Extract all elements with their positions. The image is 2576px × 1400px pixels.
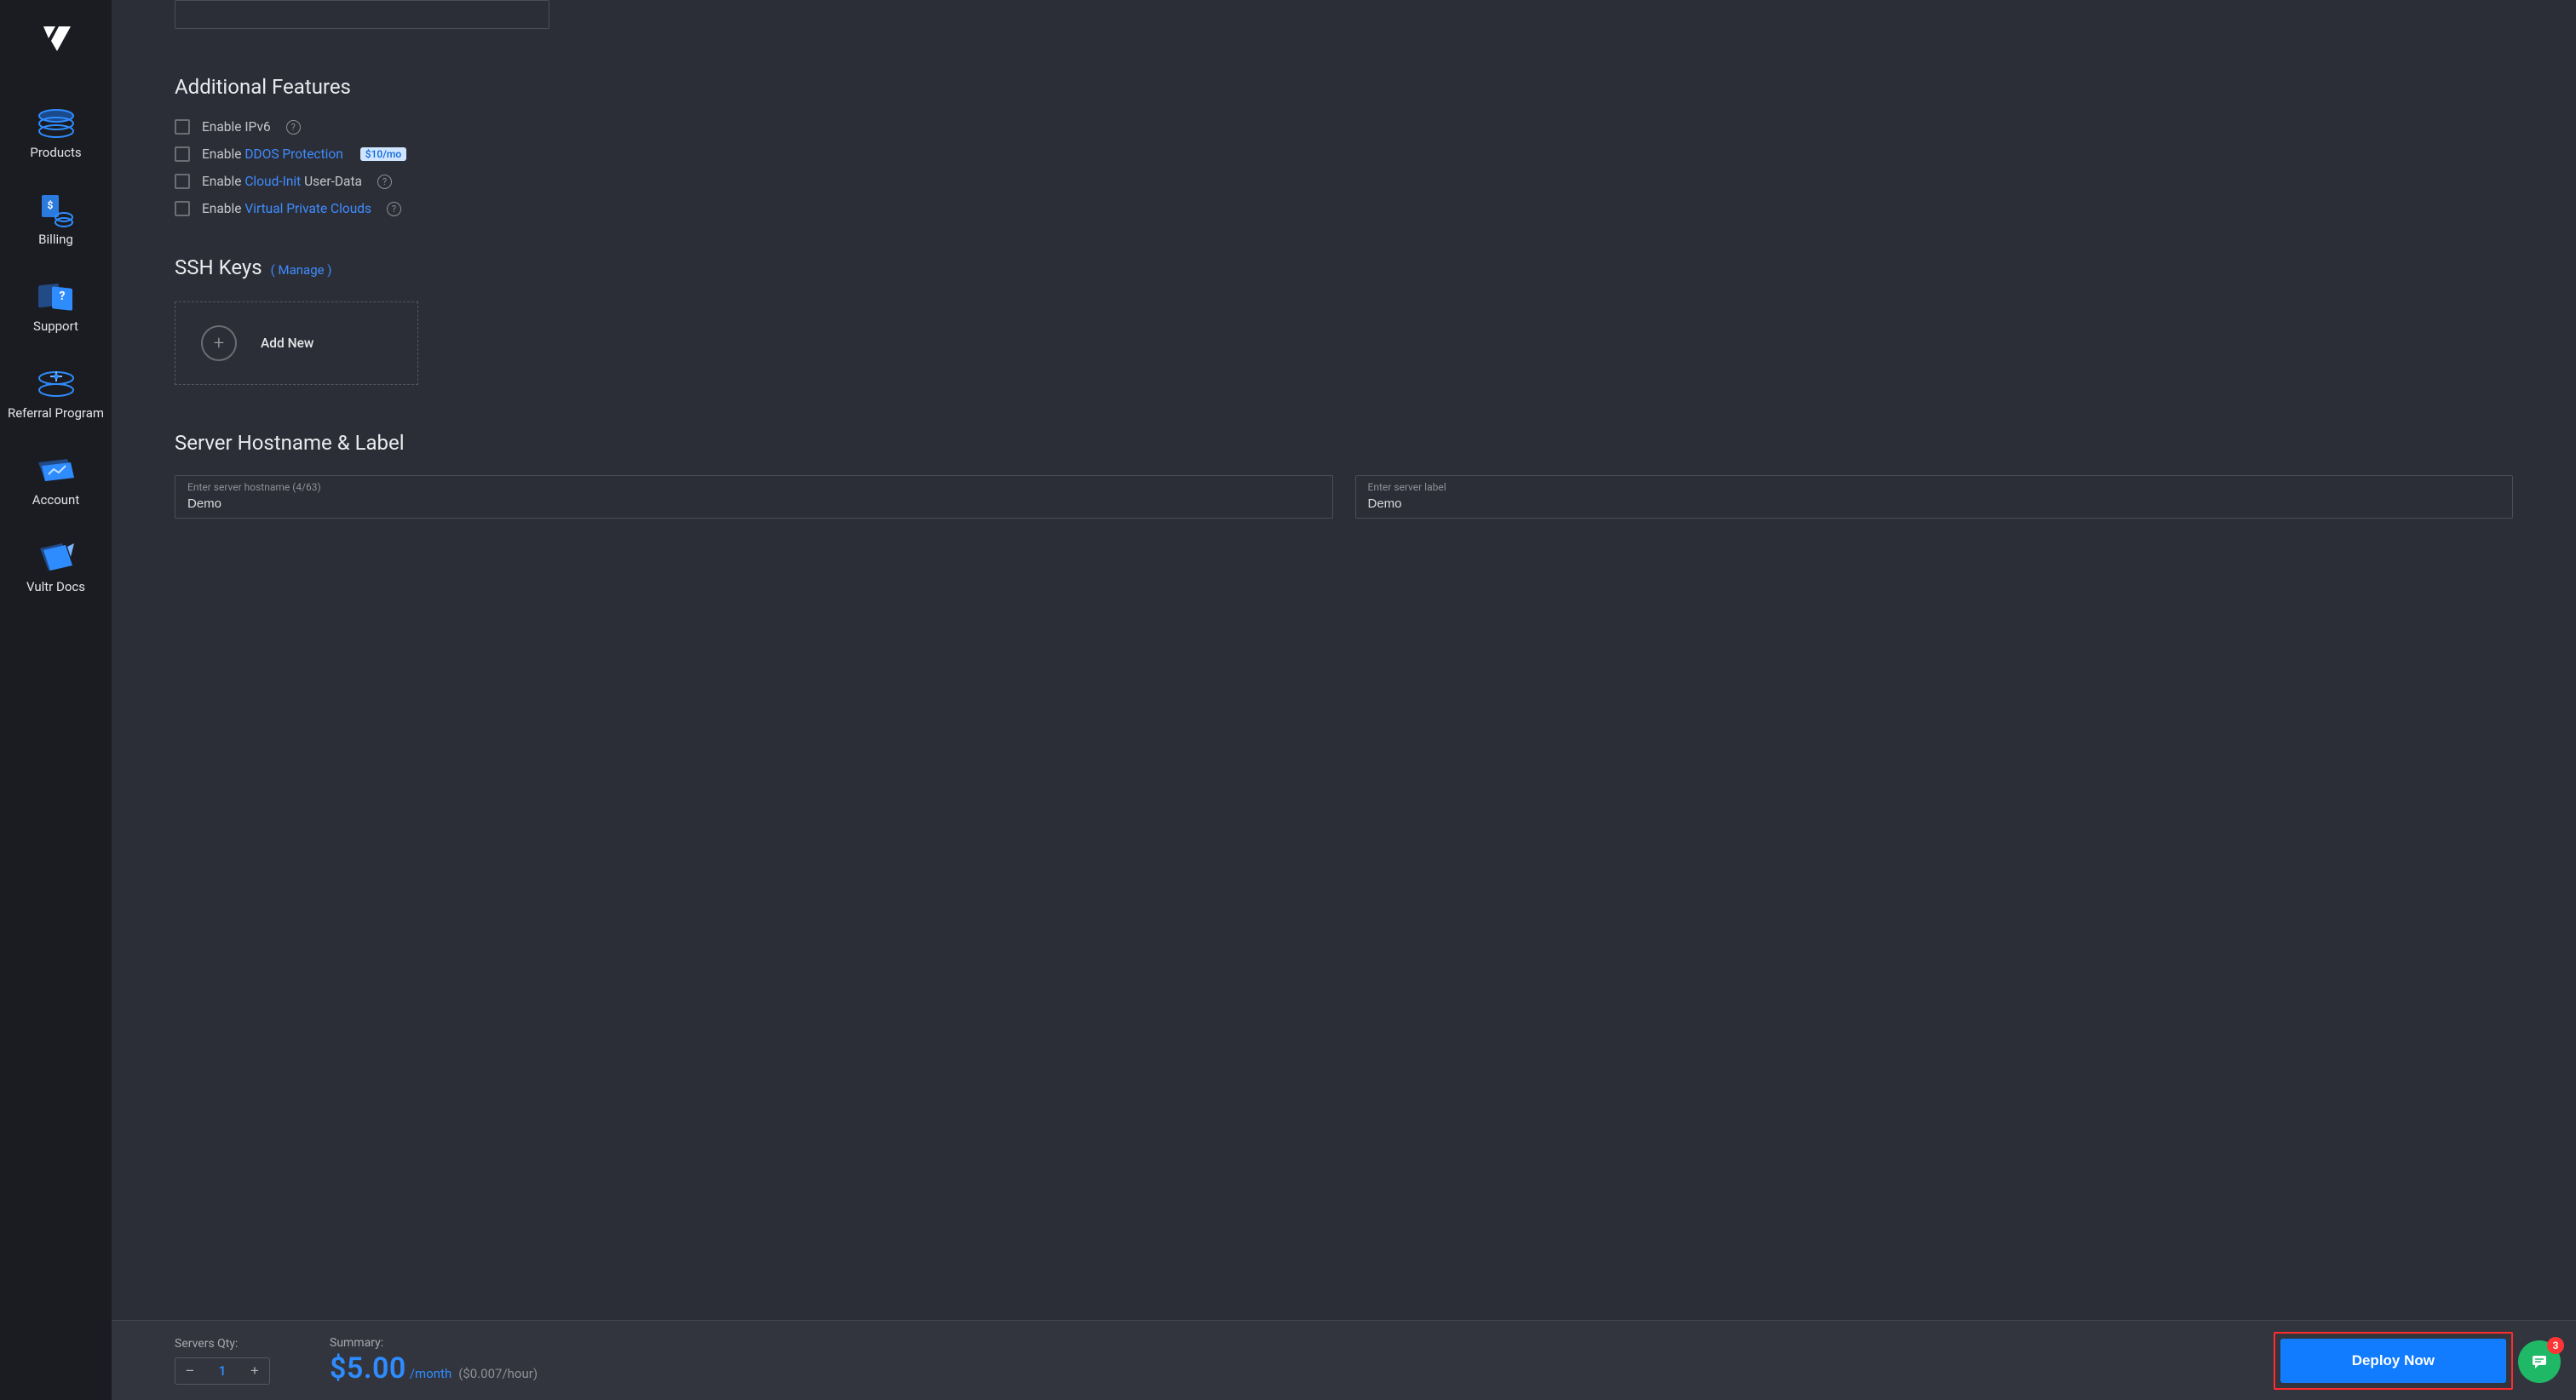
sidebar-item-label: Vultr Docs bbox=[26, 579, 85, 594]
products-icon bbox=[35, 104, 78, 143]
ssh-manage-link[interactable]: ( Manage ) bbox=[271, 262, 332, 278]
chat-icon bbox=[2530, 1352, 2549, 1371]
account-icon bbox=[33, 451, 79, 491]
sidebar-item-referral[interactable]: Referral Program bbox=[0, 354, 112, 441]
sidebar-item-docs[interactable]: Vultr Docs bbox=[0, 528, 112, 615]
ssh-keys-title: SSH Keys bbox=[175, 255, 262, 279]
sidebar: Products $ Billing ? Suppor bbox=[0, 0, 112, 1400]
ssh-keys-header: SSH Keys ( Manage ) bbox=[175, 255, 2513, 279]
add-ssh-key-tile[interactable]: + Add New bbox=[175, 301, 418, 385]
qty-value: 1 bbox=[204, 1363, 240, 1379]
price-line: $5.00 /month ($0.007/hour) bbox=[330, 1351, 538, 1386]
cloudinit-link[interactable]: Cloud-Init bbox=[244, 174, 301, 189]
support-icon: ? bbox=[33, 278, 79, 317]
sidebar-item-label: Account bbox=[32, 492, 80, 508]
docs-icon bbox=[33, 538, 79, 577]
help-icon[interactable]: ? bbox=[286, 120, 301, 135]
feature-ipv6: Enable IPv6 ? bbox=[175, 119, 2513, 135]
feature-vpc: Enable Virtual Private Clouds ? bbox=[175, 201, 2513, 216]
feature-ddos: Enable DDOS Protection $10/mo bbox=[175, 146, 2513, 162]
feature-label: Enable DDOS Protection bbox=[202, 146, 343, 162]
feature-label: Enable IPv6 bbox=[202, 119, 271, 135]
summary-label: Summary: bbox=[330, 1336, 538, 1350]
billing-icon: $ bbox=[35, 191, 78, 230]
previous-section-card bbox=[175, 0, 549, 29]
deploy-button[interactable]: Deploy Now bbox=[2280, 1339, 2506, 1383]
sidebar-item-billing[interactable]: $ Billing bbox=[0, 181, 112, 267]
vpc-link[interactable]: Virtual Private Clouds bbox=[244, 201, 371, 216]
feature-label: Enable Virtual Private Clouds bbox=[202, 201, 371, 216]
summary-block: Summary: $5.00 /month ($0.007/hour) bbox=[330, 1336, 538, 1386]
main-content: Additional Features Enable IPv6 ? Enable… bbox=[112, 0, 2576, 1400]
sidebar-item-label: Referral Program bbox=[8, 405, 104, 421]
price-hour: ($0.007/hour) bbox=[458, 1366, 538, 1381]
hostname-row: Enter server hostname (4/63) Enter serve… bbox=[175, 475, 2513, 519]
hostname-floating-label: Enter server hostname (4/63) bbox=[187, 481, 1320, 493]
checkbox-ipv6[interactable] bbox=[175, 119, 190, 135]
help-icon[interactable]: ? bbox=[377, 175, 392, 189]
sidebar-item-account[interactable]: Account bbox=[0, 441, 112, 528]
price-unit: /month bbox=[410, 1366, 451, 1381]
label-floating-label: Enter server label bbox=[1368, 481, 2501, 493]
checkbox-ddos[interactable] bbox=[175, 146, 190, 162]
checkbox-cloudinit[interactable] bbox=[175, 174, 190, 189]
label-input-wrap: Enter server label bbox=[1355, 475, 2514, 519]
deploy-highlight: Deploy Now bbox=[2274, 1332, 2513, 1390]
feature-cloudinit: Enable Cloud-Init User-Data ? bbox=[175, 174, 2513, 189]
qty-decrement[interactable]: − bbox=[175, 1358, 204, 1384]
svg-text:$: $ bbox=[47, 199, 53, 211]
logo[interactable] bbox=[40, 24, 72, 58]
add-new-label: Add New bbox=[261, 336, 313, 351]
sidebar-item-products[interactable]: Products bbox=[0, 94, 112, 181]
sidebar-item-label: Products bbox=[30, 145, 81, 160]
qty-label: Servers Qty: bbox=[175, 1337, 270, 1351]
qty-increment[interactable]: + bbox=[240, 1358, 269, 1384]
feature-list: Enable IPv6 ? Enable DDOS Protection $10… bbox=[175, 119, 2513, 216]
hostname-input-wrap: Enter server hostname (4/63) bbox=[175, 475, 1333, 519]
sidebar-item-label: Support bbox=[33, 318, 78, 334]
qty-block: Servers Qty: − 1 + bbox=[175, 1337, 270, 1385]
feature-label: Enable Cloud-Init User-Data bbox=[202, 174, 362, 189]
svg-text:?: ? bbox=[59, 290, 65, 303]
chat-badge: 3 bbox=[2547, 1337, 2564, 1354]
qty-stepper: − 1 + bbox=[175, 1357, 270, 1385]
checkbox-vpc[interactable] bbox=[175, 201, 190, 216]
hostname-section-title: Server Hostname & Label bbox=[175, 431, 2513, 455]
plus-icon: + bbox=[201, 325, 237, 361]
price-amount: $5.00 bbox=[330, 1351, 406, 1386]
help-icon[interactable]: ? bbox=[387, 202, 401, 216]
footer-bar: Servers Qty: − 1 + Summary: $5.00 /month… bbox=[112, 1320, 2576, 1400]
chat-fab[interactable]: 3 bbox=[2518, 1340, 2561, 1383]
sidebar-item-label: Billing bbox=[38, 232, 73, 247]
hostname-input[interactable] bbox=[187, 496, 1320, 511]
referral-icon bbox=[35, 364, 78, 404]
ddos-price-badge: $10/mo bbox=[360, 147, 406, 161]
ddos-link[interactable]: DDOS Protection bbox=[244, 146, 342, 162]
deploy-wrap: Deploy Now bbox=[2274, 1332, 2513, 1390]
additional-features-title: Additional Features bbox=[175, 75, 2513, 99]
label-input[interactable] bbox=[1368, 496, 2501, 511]
sidebar-item-support[interactable]: ? Support bbox=[0, 267, 112, 354]
